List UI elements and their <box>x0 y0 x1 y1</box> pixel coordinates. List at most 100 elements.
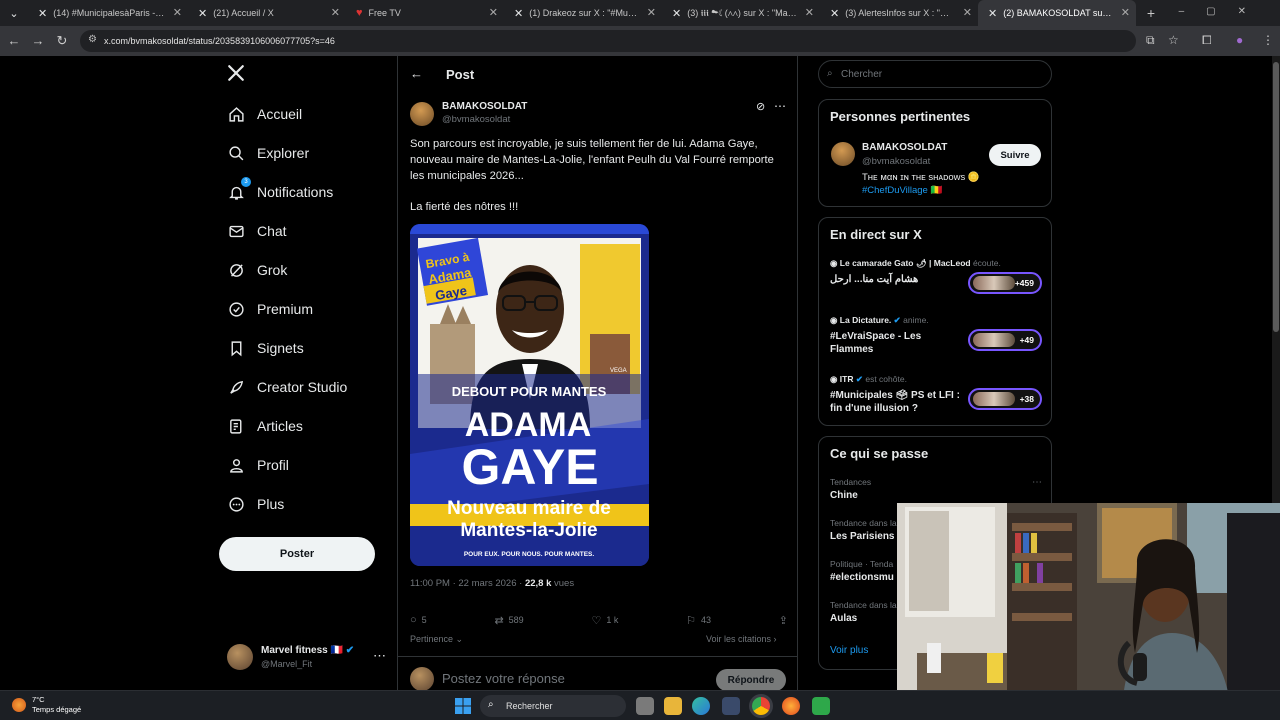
weather-condition: Temps dégagé <box>32 705 82 714</box>
search-input[interactable]: ⌕ Chercher <box>818 60 1052 88</box>
nav-profil[interactable]: Profil <box>227 456 289 474</box>
nav-premium[interactable]: Premium <box>227 300 313 318</box>
nav-notifications[interactable]: 3 Notifications <box>227 177 333 201</box>
close-icon[interactable]: ✕ <box>331 6 340 19</box>
view-quotes-link[interactable]: Voir les citations › <box>706 634 777 644</box>
home-icon <box>227 105 245 123</box>
like-button[interactable]: ♡ 1 k <box>591 612 618 628</box>
nav-explorer[interactable]: Explorer <box>227 144 309 162</box>
trend-item[interactable]: Tendances Chine ⋯ <box>830 477 1042 501</box>
taskbar-search[interactable]: ⌕ Rechercher <box>480 695 626 717</box>
close-icon[interactable]: ✕ <box>805 6 814 19</box>
avatar[interactable] <box>410 102 434 126</box>
search-placeholder: Chercher <box>841 68 883 80</box>
profile-avatar-icon[interactable]: ● <box>1236 33 1243 47</box>
browser-tab[interactable]: ✕ (14) #MunicipalesàParis - Rech ✕ <box>28 0 188 26</box>
site-info-icon[interactable]: ⚙ <box>88 34 97 45</box>
sort-dropdown[interactable]: Pertinence ⌄ <box>410 634 463 645</box>
star-icon[interactable]: ☆ <box>1168 33 1179 47</box>
space-item[interactable]: ◉ ITR ✔ est cohôte. #Municipales 🗳 PS et… <box>830 374 1042 415</box>
nav-accueil[interactable]: Accueil <box>227 105 302 123</box>
close-icon[interactable]: ✕ <box>1121 6 1130 19</box>
chrome-icon[interactable] <box>752 697 770 715</box>
nav-signets[interactable]: Signets <box>227 339 304 357</box>
browser-tab-bar: ⌄ ✕ (14) #MunicipalesàParis - Rech ✕ ✕ (21)… <box>0 0 1280 26</box>
host-avatar-icon: ◉ <box>830 315 838 325</box>
host-avatar-icon: ◉ <box>830 258 838 268</box>
more-dots-icon[interactable]: ⋯ <box>373 648 386 664</box>
windows-taskbar: 7°C Temps dégagé ⌕ Rechercher <box>0 690 1280 720</box>
back-arrow-icon[interactable]: ← <box>410 66 423 81</box>
close-icon[interactable]: ✕ <box>173 6 182 19</box>
card-title: Ce qui se passe <box>830 446 929 461</box>
post-timestamp: 11:00 PM · 22 mars 2026 · 22,8 k vues <box>410 578 575 589</box>
poster-button[interactable]: Poster <box>219 537 375 571</box>
space-item[interactable]: ◉ Le camarade Gato 🌶 | MacLeod écoute. ه… <box>830 258 1042 294</box>
task-view-icon[interactable] <box>636 697 654 715</box>
browser-tab[interactable]: ♥ Free TV ✕ <box>346 0 504 26</box>
forward-arrow-icon[interactable]: → <box>26 33 50 48</box>
tab-title: Free TV <box>368 8 401 18</box>
nav-label: Premium <box>257 301 314 317</box>
avatar[interactable] <box>831 142 855 166</box>
nav-creator-studio[interactable]: Creator Studio <box>227 378 347 396</box>
nav-label: Chat <box>257 223 287 239</box>
person-name[interactable]: BAMAKOSOLDAT <box>862 142 947 153</box>
more-dots-icon[interactable]: ⋯ <box>774 99 786 113</box>
reply-button[interactable]: ○ 5 <box>410 612 427 628</box>
listeners-pill: +49 <box>968 329 1042 351</box>
x-logo[interactable] <box>227 64 245 87</box>
repost-button[interactable]: ⇄ 589 <box>494 612 523 628</box>
browser-tab-active[interactable]: ✕ (2) BAMAKOSOLDAT sur X : "So ✕ <box>978 0 1136 26</box>
post-image[interactable]: Bravo à Adama Gaye VEGA DEBOUT POUR MANT… <box>410 224 649 566</box>
nav-label: Creator Studio <box>257 379 348 395</box>
browser-tab[interactable]: ✕ (3) 𝖎𝖎𝖎 ☁☾(∧∧) sur X : "Mairie ✕ <box>662 0 820 26</box>
poster-line2: Mantes-la-Jolie <box>460 520 597 541</box>
extensions-icon[interactable]: ⧠ <box>1202 33 1212 48</box>
file-explorer-icon[interactable] <box>664 697 682 715</box>
scrollbar-thumb[interactable] <box>1273 62 1279 332</box>
author-name[interactable]: BAMAKOSOLDAT <box>442 101 527 112</box>
tab-title: (3) AlertesInfos sur X : "🇫🇷 ALER <box>845 7 956 18</box>
back-arrow-icon[interactable]: ← <box>2 33 26 48</box>
campaign-poster: Bravo à Adama Gaye VEGA DEBOUT POUR MANT… <box>410 224 649 566</box>
space-title: #LeVraiSpace - Les Flammes <box>830 331 922 355</box>
browser-tab[interactable]: ✕ (1) Drakeoz sur X : "#Municipal ✕ <box>504 0 662 26</box>
reply-submit-button[interactable]: Répondre <box>716 669 786 690</box>
reply-input[interactable]: Postez votre réponse <box>442 671 565 686</box>
nav-grok[interactable]: Grok <box>227 261 287 279</box>
close-icon[interactable]: ✕ <box>647 6 656 19</box>
tab-list-button[interactable]: ⌄ <box>0 0 28 26</box>
browser-menu-icon[interactable]: ⋮ <box>1262 33 1274 47</box>
store-icon[interactable] <box>722 697 740 715</box>
nav-plus[interactable]: Plus <box>227 495 284 513</box>
nav-label: Signets <box>257 340 304 356</box>
space-item[interactable]: ◉ La Dictature. ✔ anime. #LeVraiSpace - … <box>830 315 1042 356</box>
tab-title: (3) 𝖎𝖎𝖎 ☁☾(∧∧) sur X : "Mairie <box>687 7 798 18</box>
card-title: En direct sur X <box>830 227 922 242</box>
grok-icon[interactable]: ⊘ <box>756 100 765 113</box>
new-tab-button[interactable]: + <box>1136 0 1166 26</box>
author-handle[interactable]: @bvmakosoldat <box>442 114 510 125</box>
browser-tab[interactable]: ✕ (3) AlertesInfos sur X : "🇫🇷 ALER ✕ <box>820 0 978 26</box>
bookmark-button[interactable]: ⚐ 43 <box>686 612 711 628</box>
follow-button[interactable]: Suivre <box>989 144 1041 166</box>
weather-widget[interactable]: 7°C Temps dégagé <box>12 695 81 715</box>
window-controls[interactable]: –▢✕ <box>1179 6 1268 17</box>
see-more-link[interactable]: Voir plus <box>830 645 868 656</box>
cast-icon[interactable]: ⧉ <box>1146 33 1155 48</box>
firefox-icon[interactable] <box>782 697 800 715</box>
share-button[interactable]: ⇪ <box>779 612 788 628</box>
more-dots-icon[interactable]: ⋯ <box>1032 477 1042 488</box>
browser-tab[interactable]: ✕ (21) Accueil / X ✕ <box>188 0 346 26</box>
reload-icon[interactable]: ↻ <box>50 33 74 49</box>
nav-chat[interactable]: Chat <box>227 222 287 240</box>
start-button[interactable] <box>454 697 472 715</box>
edge-icon[interactable] <box>692 697 710 715</box>
app-icon[interactable] <box>812 697 830 715</box>
close-icon[interactable]: ✕ <box>489 6 498 19</box>
close-icon[interactable]: ✕ <box>963 6 972 19</box>
account-switcher[interactable]: Marvel fitness 🇫🇷 ✔ @Marvel_Fit ⋯ <box>227 642 397 674</box>
nav-articles[interactable]: Articles <box>227 417 303 435</box>
address-bar[interactable]: ⚙ x.com/bvmakosoldat/status/203583910600… <box>80 30 1136 52</box>
